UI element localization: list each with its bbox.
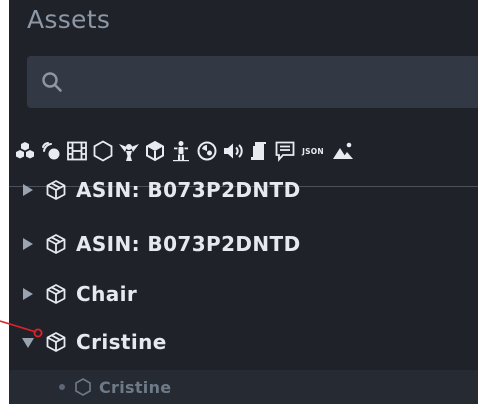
models-icon[interactable] xyxy=(143,139,167,163)
search-input[interactable] xyxy=(75,66,469,100)
tree-child-row[interactable]: Cristine xyxy=(9,370,478,404)
chevron-right-icon[interactable] xyxy=(22,183,34,197)
tree-row-label: ASIN: B073P2DNTD xyxy=(76,232,301,256)
search-icon xyxy=(42,72,62,92)
tree-row[interactable]: ASIN: B073P2DNTD xyxy=(9,221,478,267)
mesh-icon xyxy=(75,378,91,396)
lights-icon[interactable] xyxy=(39,139,63,163)
json-label: JSON xyxy=(302,146,324,156)
tree-row-label: ASIN: B073P2DNTD xyxy=(76,178,301,202)
bullet-dot xyxy=(59,384,65,390)
video-icon[interactable] xyxy=(65,139,89,163)
characters-icon[interactable] xyxy=(169,139,193,163)
annotation-callout xyxy=(0,320,43,338)
materials-icon[interactable] xyxy=(13,139,37,163)
scenes-icon[interactable] xyxy=(331,139,355,163)
package-icon xyxy=(46,180,66,200)
chevron-right-icon[interactable] xyxy=(22,287,34,301)
effects-icon[interactable] xyxy=(117,139,141,163)
environments-icon[interactable] xyxy=(195,139,219,163)
tree-row-label: Chair xyxy=(76,282,138,306)
text-icon[interactable] xyxy=(273,139,297,163)
scripts-icon[interactable] xyxy=(247,139,271,163)
panel-title: Assets xyxy=(27,5,111,34)
audio-icon[interactable] xyxy=(221,139,245,163)
tree-row[interactable]: Chair xyxy=(9,271,478,317)
meshes-icon[interactable] xyxy=(91,139,115,163)
json-icon[interactable]: JSON xyxy=(298,139,328,163)
tree-row[interactable]: Cristine xyxy=(9,319,478,365)
assets-panel: Assets JSON ASIN: B073P2DNTD ASIN: B073P… xyxy=(9,0,478,404)
search-bar[interactable] xyxy=(27,56,478,108)
tree-row[interactable]: ASIN: B073P2DNTD xyxy=(9,167,478,213)
package-icon xyxy=(46,234,66,254)
tree-row-label: Cristine xyxy=(76,330,167,354)
chevron-right-icon[interactable] xyxy=(22,237,34,251)
tree-child-label: Cristine xyxy=(99,377,172,397)
